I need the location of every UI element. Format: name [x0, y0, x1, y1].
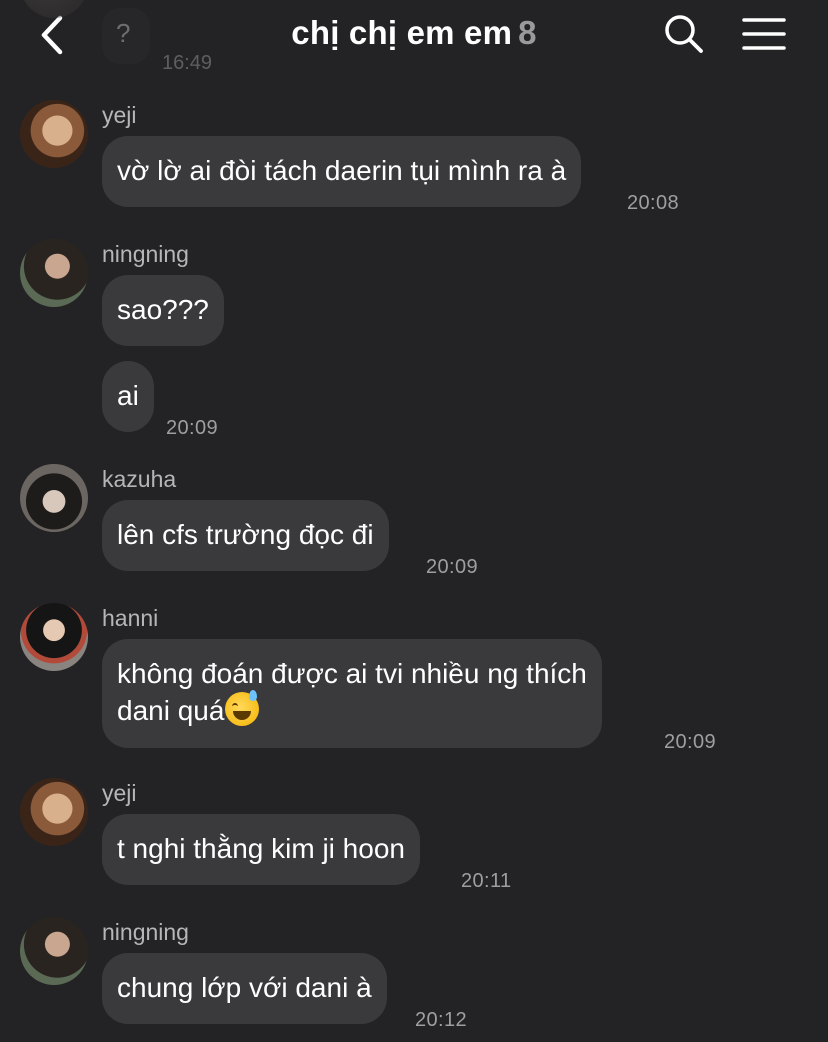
- search-icon: [665, 15, 703, 53]
- message-text: dani quá: [117, 695, 225, 726]
- message-text: sao???: [117, 294, 209, 325]
- sender-name: ningning: [102, 919, 189, 945]
- message-bubble[interactable]: sao???: [102, 275, 224, 346]
- message-time: 20:11: [461, 870, 512, 892]
- grinning-face-with-sweat-emoji: [225, 690, 260, 726]
- message-time: 20:09: [166, 417, 219, 439]
- message-bubble[interactable]: lên cfs trường đọc đi: [102, 500, 389, 571]
- message-text: ai: [117, 380, 139, 411]
- avatar[interactable]: [20, 239, 88, 307]
- avatar[interactable]: [20, 603, 88, 671]
- message-time: 20:08: [627, 192, 680, 214]
- sender-name: kazuha: [102, 466, 177, 492]
- search-button[interactable]: [662, 12, 706, 56]
- avatar[interactable]: [20, 778, 88, 846]
- message-bubble[interactable]: không đoán được ai tvi nhiều ng thích da…: [102, 639, 602, 748]
- message-text: lên cfs trường đọc đi: [117, 519, 374, 550]
- sender-name: ningning: [102, 241, 189, 267]
- message-bubble[interactable]: vờ lờ ai đòi tách daerin tụi mình ra à: [102, 136, 582, 207]
- message-text: không đoán được ai tvi nhiều ng thích: [117, 658, 587, 689]
- message-bubble[interactable]: t nghi thằng kim ji hoon: [102, 814, 420, 885]
- message-time: 20:09: [664, 731, 717, 753]
- message-bubble[interactable]: chung lớp với dani à: [102, 953, 387, 1024]
- avatar[interactable]: [20, 464, 88, 532]
- member-count: 8: [518, 14, 537, 51]
- avatar[interactable]: [20, 100, 88, 168]
- group-name: chị chị em em: [291, 14, 513, 51]
- sender-name: yeji: [102, 780, 137, 806]
- message-text: vờ lờ ai đòi tách daerin tụi mình ra à: [117, 155, 567, 186]
- message-text: t nghi thằng kim ji hoon: [117, 833, 405, 864]
- menu-button[interactable]: [742, 16, 786, 52]
- avatar[interactable]: [20, 917, 88, 985]
- sender-name: yeji: [102, 102, 137, 128]
- message-text: chung lớp với dani à: [117, 972, 372, 1003]
- hamburger-menu-icon: [742, 18, 786, 50]
- sender-name: hanni: [102, 605, 159, 631]
- chat-header: chị chị em em 8: [0, 0, 828, 70]
- message-time: 20:12: [415, 1009, 468, 1031]
- message-time: 20:09: [426, 556, 479, 578]
- message-bubble[interactable]: ai: [102, 361, 154, 432]
